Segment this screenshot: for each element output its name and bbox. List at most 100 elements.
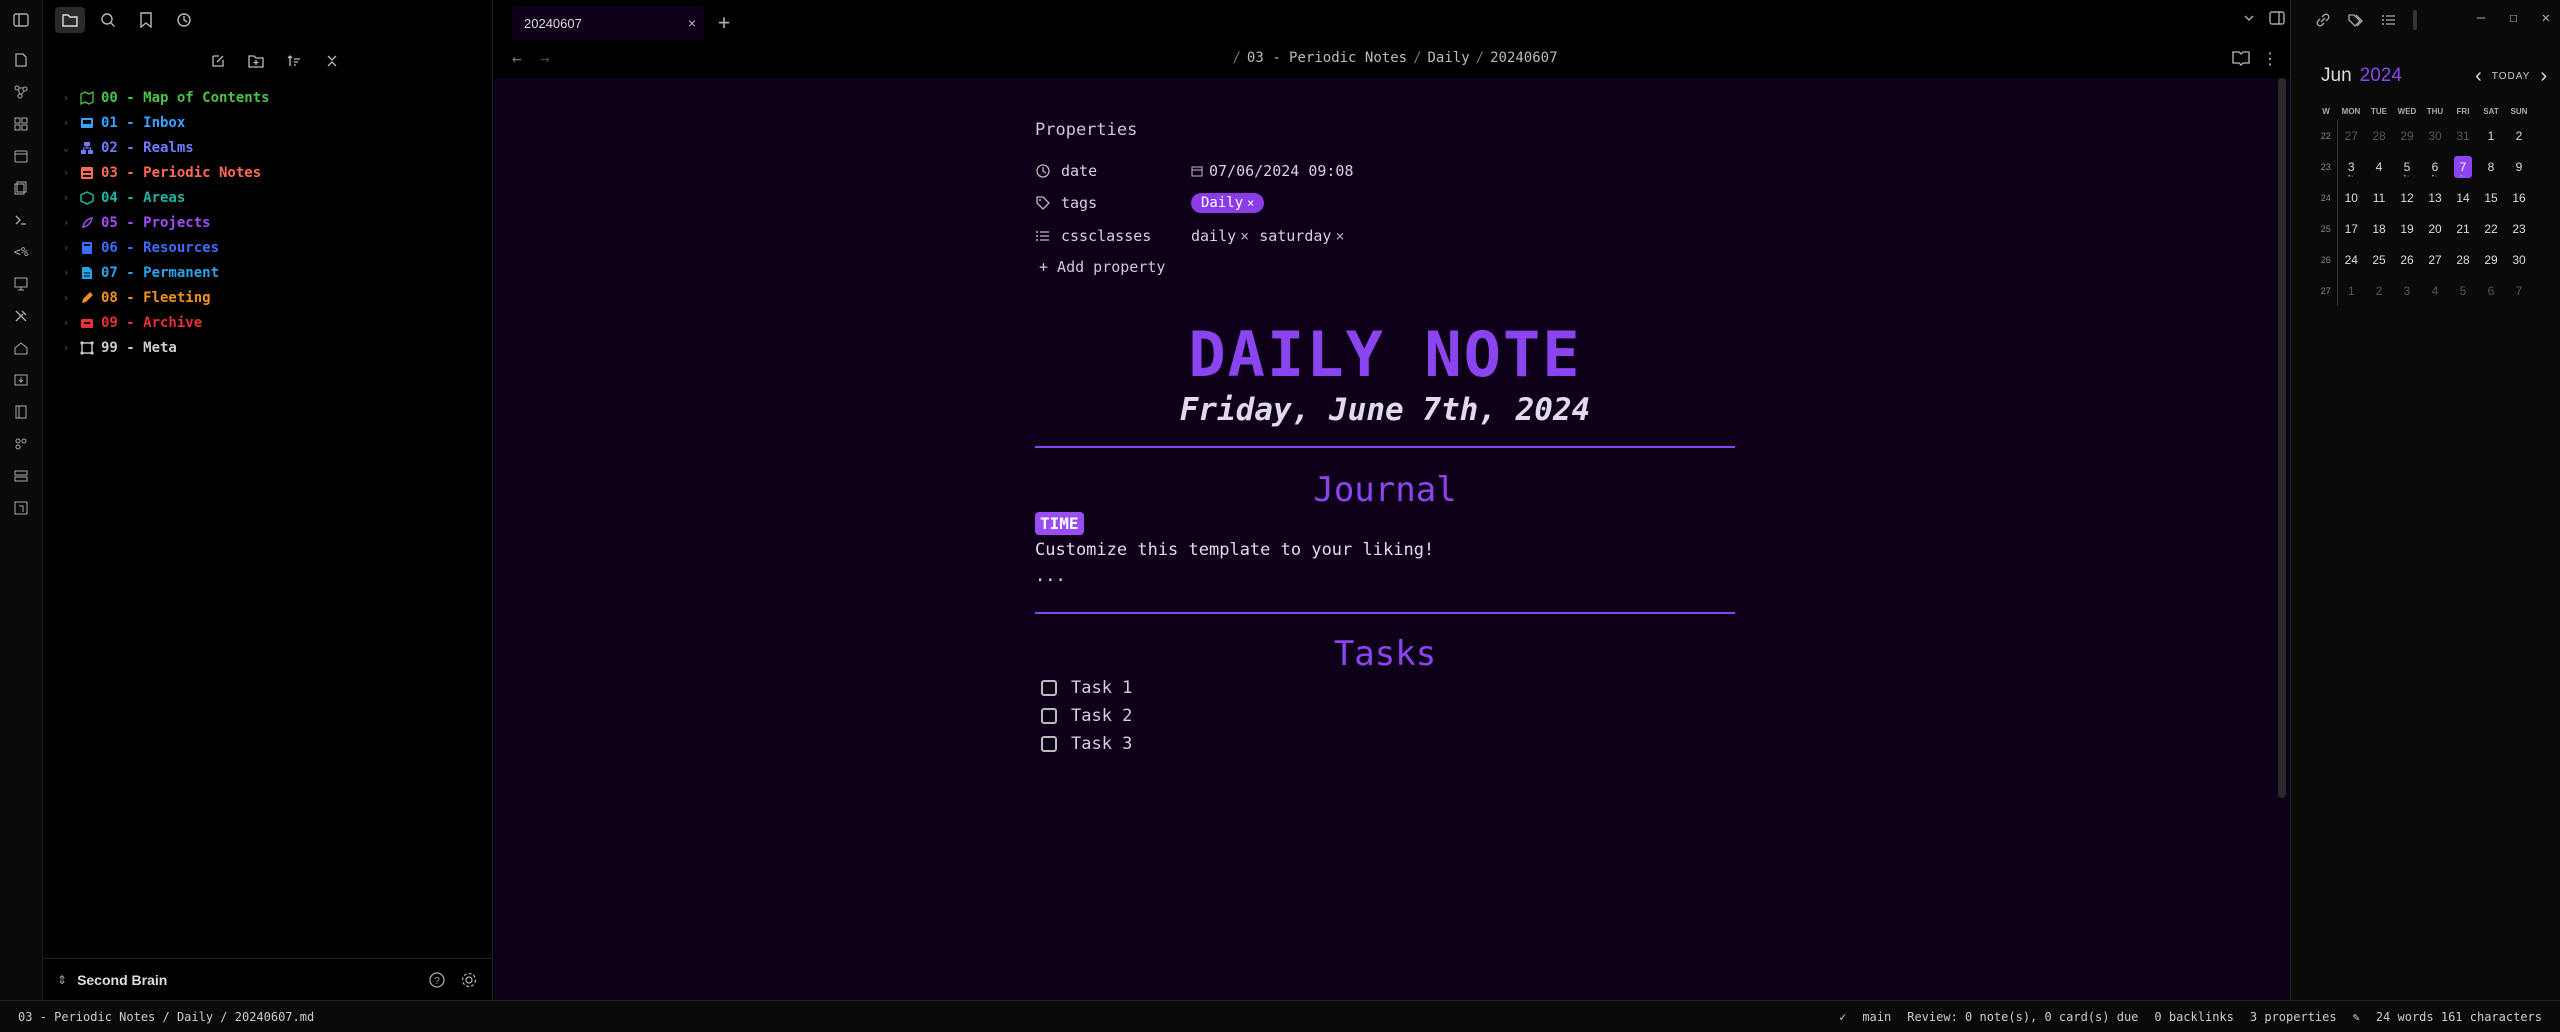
prev-month-icon[interactable]: ‹ xyxy=(2475,65,2482,88)
folder-item[interactable]: › 03 - Periodic Notes xyxy=(57,160,492,185)
files-tab[interactable] xyxy=(55,7,85,33)
calendar-day[interactable]: 28 xyxy=(2365,120,2393,151)
calendar-week-number[interactable]: 26 xyxy=(2315,244,2338,275)
reading-view-icon[interactable] xyxy=(2232,50,2250,66)
calendar-week-number[interactable]: 27 xyxy=(2315,275,2338,306)
folder-item[interactable]: › 05 - Projects xyxy=(57,210,492,235)
task-checkbox[interactable] xyxy=(1041,680,1057,696)
today-button[interactable]: TODAY xyxy=(2492,71,2531,82)
calendar-day[interactable]: 30 xyxy=(2421,120,2449,151)
tags-icon[interactable] xyxy=(2347,12,2365,28)
class-chip[interactable]: daily × xyxy=(1191,227,1249,245)
settings-gear-icon[interactable] xyxy=(460,971,478,989)
sort-button[interactable] xyxy=(281,48,307,74)
folder-item[interactable]: › 06 - Resources xyxy=(57,235,492,260)
calendar-day[interactable]: 5 •◦ xyxy=(2393,151,2421,182)
calendar-day[interactable]: 6 xyxy=(2477,275,2505,306)
note-editor[interactable]: Properties date 07/06/2024 09:08 tags Da… xyxy=(494,78,2290,1000)
help-icon[interactable]: ? xyxy=(428,971,446,989)
task-item[interactable]: Task 2 xyxy=(1041,706,1132,726)
search-tab[interactable] xyxy=(93,7,123,33)
terminal-icon[interactable] xyxy=(11,210,31,230)
calendar-day[interactable]: 25 xyxy=(2365,244,2393,275)
calendar-day[interactable]: 26 xyxy=(2393,244,2421,275)
minimize-icon[interactable]: — xyxy=(2477,10,2485,26)
outline-icon[interactable] xyxy=(2381,12,2397,28)
calendar-day[interactable]: 1 xyxy=(2477,120,2505,151)
calendar-week-number[interactable]: 22 xyxy=(2315,120,2338,151)
folder-item[interactable]: › 00 - Map of Contents xyxy=(57,85,492,110)
calendar-icon[interactable] xyxy=(11,498,31,518)
book-icon[interactable] xyxy=(11,402,31,422)
calendar-week-number[interactable]: 24 xyxy=(2315,182,2338,213)
calendar-day[interactable]: 17 xyxy=(2337,213,2365,244)
calendar-day[interactable]: 4 xyxy=(2421,275,2449,306)
canvas-icon[interactable] xyxy=(11,114,31,134)
calendar-day[interactable]: 23 xyxy=(2505,213,2533,244)
calendar-day[interactable]: 3 •◦ xyxy=(2337,151,2365,182)
bookmarks-tab[interactable] xyxy=(131,7,161,33)
properties-count[interactable]: 3 properties xyxy=(2250,1010,2337,1024)
calendar-day[interactable]: 20 xyxy=(2421,213,2449,244)
calendar-day[interactable]: 16 xyxy=(2505,182,2533,213)
calendar-day[interactable]: 11 xyxy=(2365,182,2393,213)
new-note-icon[interactable] xyxy=(11,50,31,70)
folder-item[interactable]: › 09 - Archive xyxy=(57,310,492,335)
tab-20240607[interactable]: 20240607 × xyxy=(512,6,704,40)
folder-item[interactable]: › 99 - Meta xyxy=(57,335,492,360)
plugins-icon[interactable] xyxy=(11,434,31,454)
breadcrumb-folder[interactable]: 03 - Periodic Notes xyxy=(1247,50,1407,66)
calendar-day[interactable]: 27 xyxy=(2421,244,2449,275)
calendar-day[interactable]: 22 xyxy=(2477,213,2505,244)
close-icon[interactable]: × xyxy=(688,15,696,31)
breadcrumb-folder[interactable]: Daily xyxy=(1428,50,1470,66)
maximize-icon[interactable]: ☐ xyxy=(2509,10,2517,26)
add-property-button[interactable]: + Add property xyxy=(1039,258,1165,276)
task-checkbox[interactable] xyxy=(1041,708,1057,724)
sidebar-toggle-icon[interactable] xyxy=(11,10,31,30)
calendar-day[interactable]: 6 •◦ xyxy=(2421,151,2449,182)
calendar-day[interactable]: 13 xyxy=(2421,182,2449,213)
home-icon[interactable] xyxy=(11,338,31,358)
calendar-day[interactable]: 29 xyxy=(2477,244,2505,275)
calendar-day[interactable]: 8 xyxy=(2477,151,2505,182)
property-tags[interactable]: tags Daily × xyxy=(1035,190,1265,216)
stack-icon[interactable] xyxy=(11,466,31,486)
graph-icon[interactable] xyxy=(11,82,31,102)
folder-item[interactable]: › 08 - Fleeting xyxy=(57,285,492,310)
slides-icon[interactable] xyxy=(11,274,31,294)
import-icon[interactable] xyxy=(11,370,31,390)
calendar-day[interactable]: 3 xyxy=(2393,275,2421,306)
vault-switcher[interactable]: ⇕ Second Brain ? xyxy=(43,958,492,1000)
calendar-day[interactable]: 10 xyxy=(2337,182,2365,213)
scrollbar[interactable] xyxy=(2278,78,2286,798)
property-date[interactable]: date 07/06/2024 09:08 xyxy=(1035,158,1354,184)
new-tab-button[interactable]: + xyxy=(718,10,730,34)
calendar-day[interactable]: 19 xyxy=(2393,213,2421,244)
calendar-day[interactable]: 2 xyxy=(2365,275,2393,306)
calendar-day[interactable]: 21 xyxy=(2449,213,2477,244)
daily-note-icon[interactable] xyxy=(11,146,31,166)
calendar-day[interactable]: 4 xyxy=(2365,151,2393,182)
calendar-day[interactable]: 14 xyxy=(2449,182,2477,213)
calendar-day[interactable]: 18 xyxy=(2365,213,2393,244)
backlinks-count[interactable]: 0 backlinks xyxy=(2154,1010,2233,1024)
backlinks-icon[interactable] xyxy=(2315,12,2331,28)
calendar-day[interactable]: 31 xyxy=(2449,120,2477,151)
git-branch[interactable]: main xyxy=(1862,1010,1891,1024)
window-close-icon[interactable]: ✕ xyxy=(2542,10,2550,26)
property-cssclasses[interactable]: cssclasses daily × saturday × xyxy=(1035,223,1354,249)
percent-icon[interactable]: <% xyxy=(11,242,31,262)
task-checkbox[interactable] xyxy=(1041,736,1057,752)
calendar-day[interactable]: 5 xyxy=(2449,275,2477,306)
calendar-day[interactable]: 29 xyxy=(2393,120,2421,151)
new-note-button[interactable] xyxy=(205,48,231,74)
calendar-day[interactable]: 9 xyxy=(2505,151,2533,182)
collapse-all-button[interactable] xyxy=(319,48,345,74)
calendar-day[interactable]: 1 xyxy=(2337,275,2365,306)
review-status[interactable]: Review: 0 note(s), 0 card(s) due xyxy=(1907,1010,2138,1024)
active-tab-marker[interactable] xyxy=(2413,10,2417,30)
calendar-day[interactable]: 28 xyxy=(2449,244,2477,275)
edit-mode-icon[interactable]: ✎ xyxy=(2353,1010,2360,1024)
calendar-day[interactable]: 15 xyxy=(2477,182,2505,213)
